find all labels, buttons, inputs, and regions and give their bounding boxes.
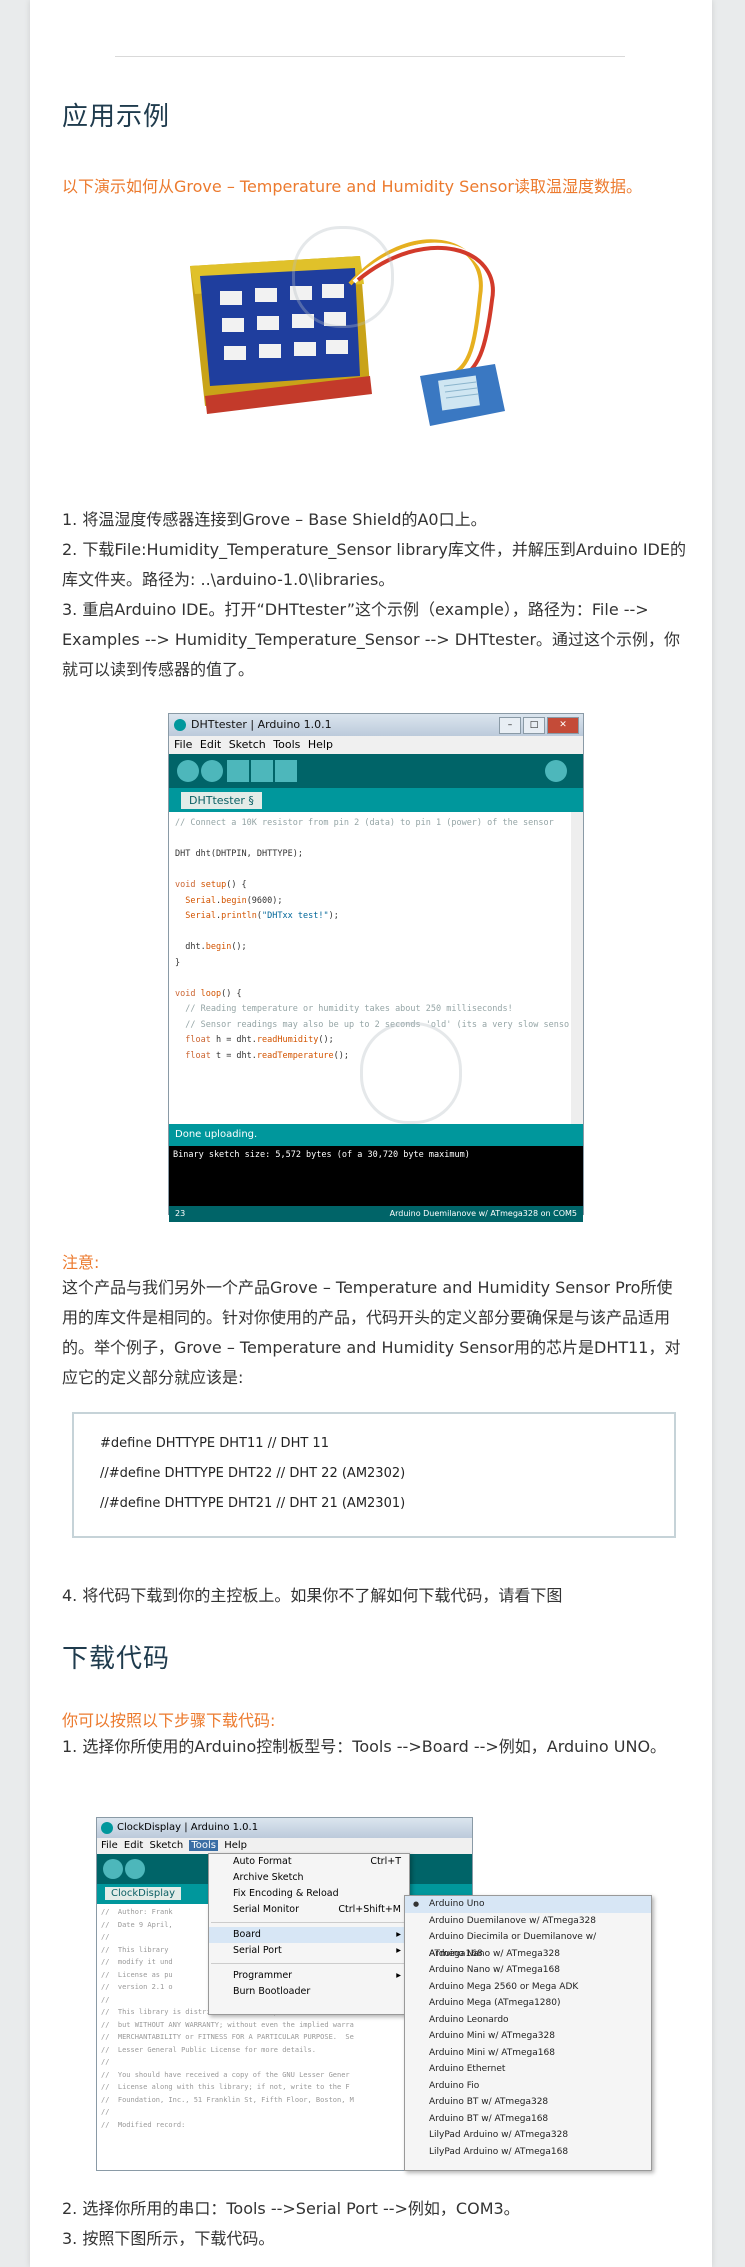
- status-bar: Done uploading.: [169, 1124, 583, 1146]
- menu-bar: File Edit Sketch Tools Help: [169, 736, 583, 754]
- menu-item-archive-sketch[interactable]: Archive Sketch: [209, 1870, 409, 1886]
- board-info: Arduino Duemilanove w/ ATmega328 on COM5: [389, 1209, 577, 1218]
- arduino-icon: [174, 719, 186, 731]
- arduino-board-menu-screenshot: ClockDisplay | Arduino 1.0.1 File Edit S…: [96, 1817, 652, 2171]
- board-option[interactable]: LilyPad Arduino w/ ATmega168: [405, 2144, 651, 2161]
- window-titlebar: DHTtester | Arduino 1.0.1 – □ ✕: [169, 714, 583, 736]
- define-line: #define DHTTYPE DHT11 // DHT 11: [100, 1436, 329, 1451]
- window-title: DHTtester | Arduino 1.0.1: [191, 718, 332, 731]
- serial-monitor-icon: [545, 760, 567, 782]
- section-heading-example: 应用示例: [62, 102, 171, 132]
- board-option[interactable]: Arduino Fio: [405, 2078, 651, 2095]
- board-submenu: Arduino Uno Arduino Duemilanove w/ ATmeg…: [404, 1895, 652, 2171]
- chevron-right-icon: ▸: [396, 1945, 401, 1956]
- menu-help: Help: [224, 1840, 248, 1851]
- verify-icon: [177, 760, 199, 782]
- step-2: 2. 下载File:Humidity_Temperature_Sensor li…: [62, 540, 686, 589]
- menu-item-serial-port[interactable]: Serial Port ▸: [209, 1943, 409, 1959]
- chevron-right-icon: ▸: [396, 1970, 401, 1981]
- download-step-1: 1. 选择你所使用的Arduino控制板型号：Tools -->Board --…: [62, 1737, 667, 1756]
- tab-clockdisplay: ClockDisplay: [105, 1887, 182, 1900]
- board-option[interactable]: Arduino Ethernet: [405, 2061, 651, 2078]
- watermark-logo: [292, 226, 394, 328]
- tools-dropdown-menu: Auto Format Ctrl+T Archive Sketch Fix Enc…: [208, 1853, 410, 2015]
- board-option[interactable]: Arduino Duemilanove w/ ATmega328: [405, 1913, 651, 1930]
- menu-separator: [211, 1922, 407, 1923]
- footer-bar: 23 Arduino Duemilanove w/ ATmega328 on C…: [169, 1206, 583, 1222]
- chevron-right-icon: ▸: [396, 1929, 401, 1940]
- menu-item-burn-bootloader[interactable]: Burn Bootloader: [209, 1984, 409, 2000]
- board-option[interactable]: Arduino Mini w/ ATmega328: [405, 2028, 651, 2045]
- console-output: Binary sketch size: 5,572 bytes (of a 30…: [169, 1146, 583, 1206]
- menu-item-board[interactable]: Board ▸: [209, 1927, 409, 1943]
- board-option[interactable]: Arduino Nano w/ ATmega168: [405, 1962, 651, 1979]
- upload-icon: [201, 760, 223, 782]
- open-icon: [251, 760, 273, 782]
- menu-sketch: Sketch: [149, 1840, 184, 1851]
- board-option[interactable]: Arduino Mini w/ ATmega168: [405, 2045, 651, 2062]
- menu-bar: File Edit Sketch Tools Help: [97, 1838, 472, 1854]
- board-option[interactable]: Arduino Uno: [405, 1896, 651, 1913]
- note-label: 注意:: [62, 1253, 100, 1272]
- board-option[interactable]: Arduino Diecimila or Duemilanove w/ ATme…: [405, 1929, 651, 1959]
- board-option[interactable]: Arduino BT w/ ATmega168: [405, 2111, 651, 2128]
- menu-tools: Tools: [189, 1840, 219, 1851]
- toolbar: [169, 754, 583, 788]
- board-option[interactable]: Arduino Mega (ATmega1280): [405, 1995, 651, 2012]
- menu-edit: Edit: [123, 1840, 144, 1851]
- define-line: //#define DHTTYPE DHT22 // DHT 22 (AM230…: [100, 1466, 406, 1481]
- divider: [115, 56, 625, 57]
- board-option[interactable]: Arduino Mega 2560 or Mega ADK: [405, 1979, 651, 1996]
- example-intro: 以下演示如何从Grove – Temperature and Humidity …: [62, 177, 643, 196]
- verify-icon: [103, 1859, 123, 1879]
- save-icon: [275, 760, 297, 782]
- step-3: 3. 重启Arduino IDE。打开“DHTtester”这个示例（examp…: [62, 600, 681, 679]
- watermark-logo: [360, 1022, 462, 1124]
- define-code-box: #define DHTTYPE DHT11 // DHT 11 //#defin…: [72, 1412, 676, 1538]
- close-icon: ✕: [547, 717, 579, 734]
- minimize-icon: –: [499, 717, 521, 734]
- download-intro: 你可以按照以下步骤下载代码:: [62, 1711, 276, 1730]
- arduino-ide-screenshot: DHTtester | Arduino 1.0.1 – □ ✕ File Edit …: [168, 713, 584, 1222]
- upload-icon: [125, 1859, 145, 1879]
- menu-separator: [211, 1963, 407, 1964]
- board-option[interactable]: Arduino BT w/ ATmega328: [405, 2094, 651, 2111]
- new-icon: [227, 760, 249, 782]
- tab-dhttester: DHTtester §: [181, 792, 262, 809]
- board-option[interactable]: LilyPad Arduino w/ ATmega328: [405, 2127, 651, 2144]
- step-1: 1. 将温湿度传感器连接到Grove – Base Shield的A0口上。: [62, 510, 487, 529]
- article-page: 应用示例 以下演示如何从Grove – Temperature and Humi…: [30, 0, 712, 2267]
- download-step-2: 2. 选择你所用的串口：Tools -->Serial Port -->例如，C…: [62, 2199, 520, 2218]
- maximize-icon: □: [523, 717, 545, 734]
- menu-item-auto-format[interactable]: Auto Format Ctrl+T: [209, 1854, 409, 1870]
- download-step-3: 3. 按照下图所示，下载代码。: [62, 2229, 275, 2248]
- board-option[interactable]: Arduino Nano w/ ATmega328: [405, 1946, 651, 1963]
- menu-item-serial-monitor[interactable]: Serial Monitor Ctrl+Shift+M: [209, 1902, 409, 1918]
- example-steps: 1. 将温湿度传感器连接到Grove – Base Shield的A0口上。 2…: [62, 505, 687, 685]
- section-heading-download: 下载代码: [62, 1644, 171, 1674]
- define-line: //#define DHTTYPE DHT21 // DHT 21 (AM230…: [100, 1496, 406, 1511]
- tab-bar: DHTtester §: [169, 788, 583, 812]
- line-number: 23: [175, 1209, 186, 1218]
- step-4: 4. 将代码下载到你的主控板上。如果你不了解如何下载代码，请看下图: [62, 1586, 563, 1605]
- window-titlebar: ClockDisplay | Arduino 1.0.1: [97, 1818, 472, 1838]
- menu-item-fix-encoding[interactable]: Fix Encoding & Reload: [209, 1886, 409, 1902]
- menu-file: File: [101, 1840, 118, 1851]
- window-title: ClockDisplay | Arduino 1.0.1: [117, 1822, 259, 1833]
- note-text: 这个产品与我们另外一个产品Grove – Temperature and Hum…: [62, 1278, 681, 1387]
- board-option[interactable]: Arduino Leonardo: [405, 2012, 651, 2029]
- menu-item-programmer[interactable]: Programmer ▸: [209, 1968, 409, 1984]
- arduino-icon: [101, 1822, 113, 1834]
